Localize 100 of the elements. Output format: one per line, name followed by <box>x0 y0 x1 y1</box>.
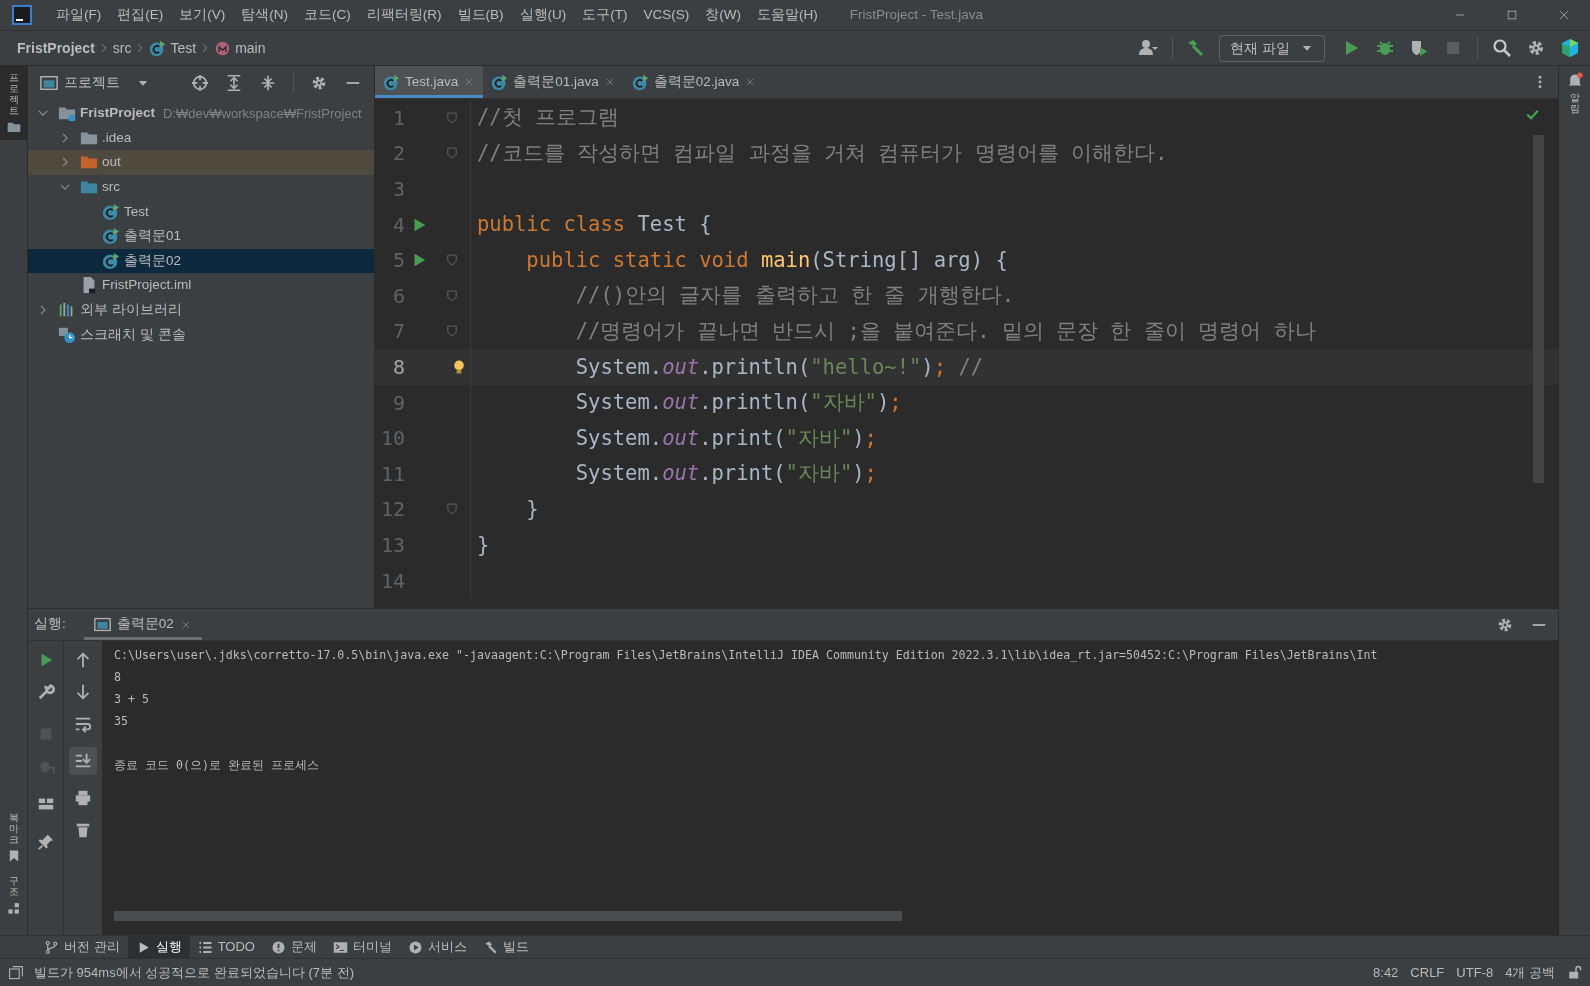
tool-window-button[interactable]: 터미널 <box>324 936 400 958</box>
menu-item[interactable]: 보기(V) <box>171 4 234 26</box>
print-icon[interactable] <box>74 789 92 807</box>
tool-window-button[interactable]: 빌드 <box>474 936 537 958</box>
search-icon[interactable] <box>1492 38 1512 58</box>
menu-item[interactable]: 실행(U) <box>511 4 575 26</box>
scroll-end-button[interactable] <box>69 747 97 775</box>
breadcrumb[interactable]: FristProject <box>17 37 95 59</box>
tree-item-label: FristProject <box>80 104 156 123</box>
line-number: 5 <box>391 247 405 275</box>
terminal-icon <box>332 939 348 955</box>
tree-row[interactable]: src <box>28 174 374 200</box>
menu-item[interactable]: 파일(F) <box>48 4 110 26</box>
breadcrumb[interactable]: main <box>235 37 266 59</box>
side-tab[interactable]: 알림 <box>1569 92 1580 114</box>
line-number: 6 <box>391 282 405 310</box>
tool-window-button[interactable]: 문제 <box>262 936 325 958</box>
tree-row[interactable]: FristProject.iml <box>28 273 374 298</box>
tree-row[interactable]: 출력문02 <box>28 248 374 274</box>
menu-item[interactable]: 탐색(N) <box>233 4 296 26</box>
tree-row[interactable]: 출력문01 <box>28 223 374 249</box>
line-number: 4 <box>391 211 405 239</box>
wrap-icon[interactable] <box>74 715 92 733</box>
maximize-icon[interactable] <box>1505 8 1519 22</box>
editor-tab[interactable]: 출력문01.java <box>483 66 624 98</box>
tree-item-label: 외부 라이브러리 <box>80 300 182 319</box>
up-arrow-icon[interactable] <box>74 651 92 669</box>
side-tab[interactable]: 북마크 <box>0 806 28 869</box>
shield-icon[interactable] <box>1409 38 1429 58</box>
tree-row[interactable]: 스크래치 및 콘솔 <box>28 322 374 347</box>
pin-icon[interactable] <box>36 833 55 851</box>
editor-tab[interactable]: Test.java <box>375 66 484 98</box>
scrollbar-thumb[interactable] <box>114 911 902 921</box>
menu-item[interactable]: 리팩터링(R) <box>358 4 450 26</box>
path-hint: D:₩dev₩workspace₩FristProject <box>163 104 362 123</box>
tree-row[interactable]: FristProject D:₩dev₩workspace₩FristProject <box>28 101 374 126</box>
bell-icon[interactable] <box>1566 72 1583 88</box>
wrench-icon[interactable] <box>36 683 55 701</box>
panel-toggle-icon[interactable] <box>8 964 24 981</box>
console-line: C:\Users\user\.jdks\corretto-17.0.5\bin\java.exe "-javaagent:C:\Program Files\JetBrains\IntelliJ IDEA Community Edition 2022.3.1\lib\idea_rt.jar=50452:C:\Program Files\JetBrains\Int <box>114 647 1379 664</box>
line-number: 1 <box>391 104 405 132</box>
code-line: System.out.print("자바"); <box>574 460 877 488</box>
code-line: //명령어가 끝나면 반드시 ;을 붙여준다. 밑의 문장 한 줄이 명령어 하나 <box>574 318 1316 345</box>
folder-icon <box>6 120 21 134</box>
side-tab[interactable]: 구조 <box>0 869 28 921</box>
menu-item[interactable]: 창(W) <box>697 4 749 26</box>
class-icon <box>102 251 120 270</box>
status-item[interactable]: 8:42 <box>1373 962 1399 983</box>
class-icon <box>383 73 400 91</box>
code-line: } <box>525 495 539 523</box>
status-item[interactable]: CRLF <box>1410 962 1445 983</box>
code-line: public class Test { <box>477 211 712 239</box>
tree-item-label: FristProject.iml <box>102 276 192 295</box>
line-number: 8 <box>391 353 405 381</box>
console-line: 35 <box>114 713 129 730</box>
panel-title: 프로젝트 <box>64 73 120 92</box>
collapse-all-icon[interactable] <box>259 73 277 92</box>
editor-tab[interactable]: 출력문02.java <box>623 66 765 98</box>
tree-row[interactable]: 외부 라이브러리 <box>28 297 374 323</box>
tree-row[interactable]: Test <box>28 199 374 224</box>
menu-item[interactable]: 코드(C) <box>296 4 359 26</box>
line-number: 13 <box>379 531 405 559</box>
menu-item[interactable]: 편집(E) <box>109 4 172 26</box>
tree-row[interactable]: .idea <box>28 125 374 151</box>
tool-window-button[interactable]: 서비스 <box>399 936 475 958</box>
settings-icon[interactable] <box>1526 38 1546 58</box>
structure-icon <box>6 901 21 915</box>
menu-item[interactable]: 도구(T) <box>574 4 636 26</box>
code-line: //()안의 글자를 출력하고 한 줄 개행한다. <box>574 282 1015 310</box>
tree-item-label: Test <box>124 202 149 221</box>
console-line: 3 + 5 <box>114 691 150 708</box>
side-tab[interactable]: 프로젝트 <box>0 66 28 140</box>
breadcrumb[interactable]: src <box>112 37 132 59</box>
check-icon <box>1525 107 1540 122</box>
user-icon[interactable] <box>1138 38 1159 58</box>
console-icon <box>93 616 111 633</box>
menu-item[interactable]: VCS(S) <box>635 4 698 26</box>
status-item[interactable]: 4개 공백 <box>1505 962 1555 983</box>
expand-all-icon[interactable] <box>225 73 243 92</box>
locate-icon[interactable] <box>191 73 209 92</box>
close-icon[interactable] <box>1557 8 1571 22</box>
panel-title: 실행: <box>34 615 66 634</box>
line-number: 9 <box>391 389 405 417</box>
menu-item[interactable]: 빌드(B) <box>449 4 512 26</box>
status-message: 빌드가 954ms에서 성공적으로 완료되었습니다 (7분 전) <box>34 963 354 982</box>
run-config-dropdown[interactable]: 현재 파일 <box>1219 34 1325 62</box>
trash-icon[interactable] <box>74 821 92 839</box>
lock-icon[interactable] <box>1567 965 1582 980</box>
class-icon <box>631 73 649 91</box>
down-arrow-icon[interactable] <box>74 683 92 701</box>
tool-window-button[interactable]: TODO <box>189 936 263 958</box>
tree-row[interactable]: out <box>28 150 374 175</box>
status-item[interactable]: UTF-8 <box>1456 962 1494 983</box>
scrollbar-thumb[interactable] <box>1533 135 1544 483</box>
menu-item[interactable]: 도움말(H) <box>749 4 826 26</box>
code-line: System.out.println("자바"); <box>574 389 902 417</box>
breadcrumb[interactable]: Test <box>170 37 197 59</box>
tool-window-button[interactable]: 버전 관리 <box>36 936 128 958</box>
tool-window-button[interactable]: 실행 <box>127 936 190 958</box>
toolbox-icon[interactable] <box>1560 38 1580 58</box>
